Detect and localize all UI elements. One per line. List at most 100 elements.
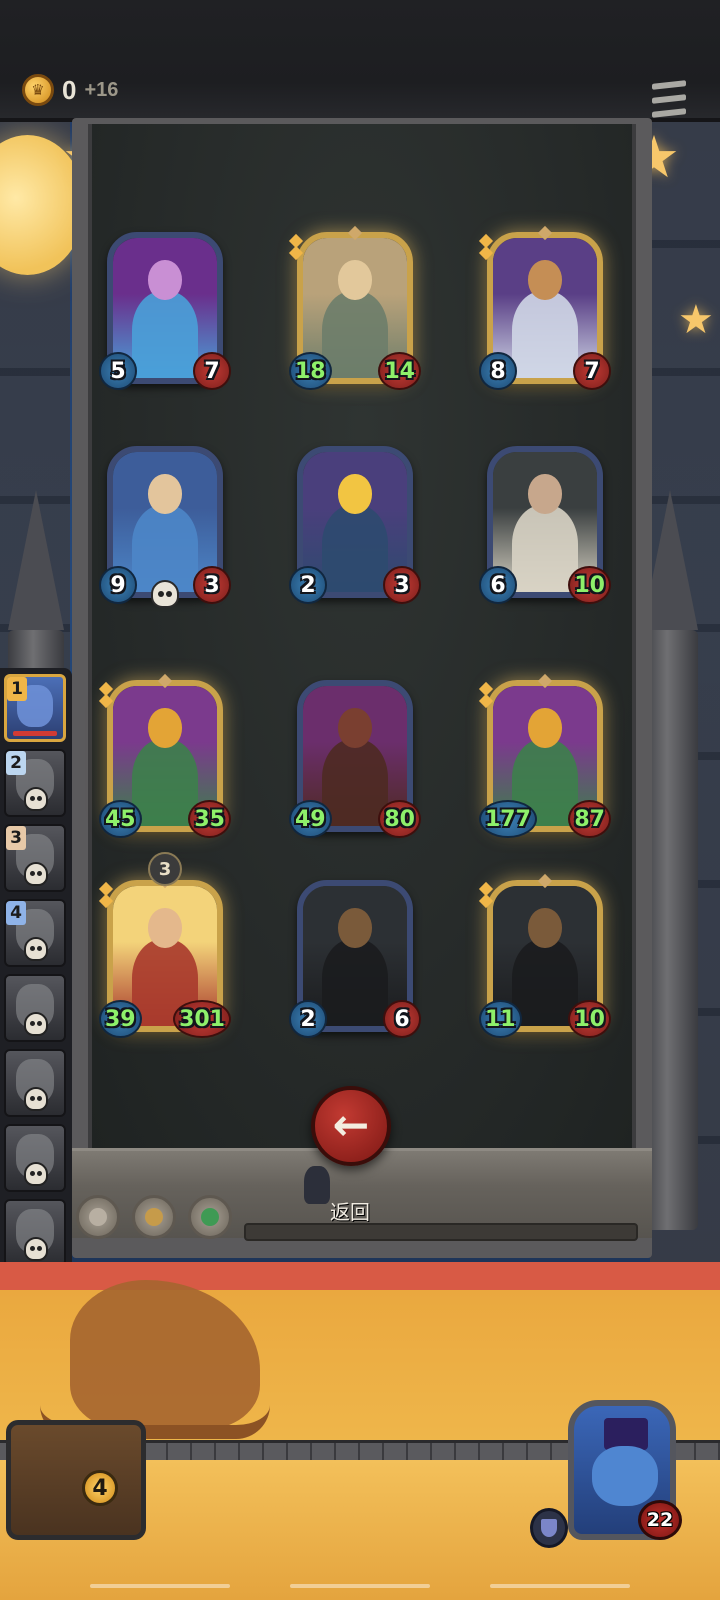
home-indicator (0, 1584, 720, 1590)
ledge-hex-slot[interactable] (188, 1195, 232, 1239)
card-figure-head (528, 474, 562, 514)
health-value: 7 (573, 352, 611, 390)
attack-value: 5 (99, 352, 137, 390)
minion-card-crowned-dwarf-king[interactable]: 87 (478, 225, 611, 390)
minion-card-helmeted-squire[interactable]: 18 14 (288, 225, 421, 390)
attack-value: 45 (99, 800, 142, 838)
health-value: 35 (188, 800, 231, 838)
golden-tier-pips (98, 681, 114, 709)
card-figure-head (338, 260, 372, 300)
deathrattle-skull-icon (151, 580, 179, 608)
attack-value: 2 (289, 1000, 327, 1038)
roster-slot-3[interactable]: 3 (4, 824, 66, 892)
left-arrow-icon: ← (332, 1100, 370, 1151)
eliminated-skull-icon (24, 1162, 48, 1186)
coin-delta: +16 (84, 78, 119, 101)
card-figure-head (528, 908, 562, 948)
eliminated-skull-icon (24, 862, 48, 886)
minion-card-blue-hooded-priestess[interactable]: 93 (99, 446, 231, 608)
health-value: 7 (193, 352, 231, 390)
card-figure (321, 505, 389, 592)
hero-health-badge: 22 (638, 1500, 682, 1540)
rank-badge: 2 (6, 751, 26, 775)
health-value: 3 (193, 566, 231, 604)
minion-card-green-parrot[interactable]: 177 87 (478, 673, 611, 838)
rank-badge: 3 (6, 826, 26, 850)
attack-value: 49 (289, 800, 332, 838)
attack-value: 177 (479, 800, 537, 838)
golden-tier-pips (478, 681, 494, 709)
roster-slot-5[interactable] (4, 974, 66, 1042)
attack-value: 11 (479, 1000, 522, 1038)
attack-value: 18 (289, 352, 332, 390)
ledge-ring-slot[interactable] (132, 1195, 176, 1239)
card-figure-head (528, 708, 562, 748)
card-level-badge: 3 (148, 852, 182, 886)
attack-value: 8 (479, 352, 517, 390)
roster-slot-6[interactable] (4, 1049, 66, 1117)
chest-count-badge: 4 (82, 1470, 118, 1506)
coin-counter: ♛ 0 +16 (22, 74, 118, 106)
attack-value: 6 (479, 566, 517, 604)
card-figure-head (148, 708, 182, 748)
card-figure-head (338, 908, 372, 948)
player-roster: 1 2 3 4 (0, 668, 72, 1274)
card-figure (511, 291, 579, 378)
golden-tier-pips (288, 233, 304, 261)
health-value: 10 (568, 1000, 611, 1038)
hero-face (592, 1446, 658, 1506)
eliminated-skull-icon (24, 1087, 48, 1111)
health-value: 6 (383, 1000, 421, 1038)
golden-tier-pips (98, 881, 114, 909)
back-label: 返回 (330, 1200, 370, 1224)
minion-card-green-parrot[interactable]: 45 35 (98, 673, 231, 838)
rank-badge: 4 (6, 901, 26, 925)
card-figure-head (148, 908, 182, 948)
minion-card-wild-boar[interactable]: 49 80 (289, 680, 421, 838)
rank-badge: 1 (7, 677, 27, 701)
roster-slot-4[interactable]: 4 (4, 899, 66, 967)
card-figure-head (148, 260, 182, 300)
ledge-gear-slot[interactable] (76, 1195, 120, 1239)
health-value: 3 (383, 566, 421, 604)
top-bar: ♛ 0 +16 (0, 0, 720, 122)
attack-value: 2 (289, 566, 327, 604)
menu-icon[interactable] (652, 80, 686, 118)
treasure-chest-button[interactable] (6, 1420, 146, 1540)
minion-card-bald-dwarf-warrior[interactable]: 3 39 301 (98, 852, 231, 1038)
minion-card-plague-doctor[interactable]: 26 (289, 880, 421, 1038)
roster-slot-7[interactable] (4, 1124, 66, 1192)
card-figure (131, 291, 199, 378)
roster-slot-2[interactable]: 2 (4, 749, 66, 817)
crown-coin-icon: ♛ (22, 74, 54, 106)
attack-value: 9 (99, 566, 137, 604)
minion-card-plague-doctor[interactable]: 11 10 (478, 873, 611, 1038)
card-figure-head (148, 474, 182, 514)
minion-card-blue-haired-elf-mage[interactable]: 57 (99, 232, 231, 390)
card-figure (321, 939, 389, 1026)
golden-tier-pips (478, 881, 494, 909)
golden-tier-pips (478, 233, 494, 261)
minion-card-blond-star-boy[interactable]: 23 (289, 446, 421, 604)
eliminated-skull-icon (24, 1012, 48, 1036)
health-bar (13, 731, 57, 736)
eliminated-skull-icon (24, 937, 48, 961)
cat-silhouette (304, 1166, 330, 1204)
back-button[interactable]: ← (311, 1086, 391, 1166)
health-value: 80 (378, 800, 421, 838)
card-figure-head (528, 260, 562, 300)
card-figure-head (338, 474, 372, 514)
card-figure-head (338, 708, 372, 748)
roster-slot-8[interactable] (4, 1199, 66, 1267)
attack-value: 39 (99, 1000, 142, 1038)
minion-card-old-scheming-man[interactable]: 6 10 (479, 446, 611, 604)
star-decoration: ★ (678, 297, 714, 343)
coin-value: 0 (62, 74, 77, 105)
shield-icon[interactable] (530, 1508, 568, 1548)
eliminated-skull-icon (24, 787, 48, 811)
ledge-bar (244, 1223, 638, 1241)
roster-slot-1[interactable]: 1 (4, 674, 66, 742)
card-figure (131, 505, 199, 592)
health-value: 87 (568, 800, 611, 838)
eliminated-skull-icon (24, 1237, 48, 1261)
